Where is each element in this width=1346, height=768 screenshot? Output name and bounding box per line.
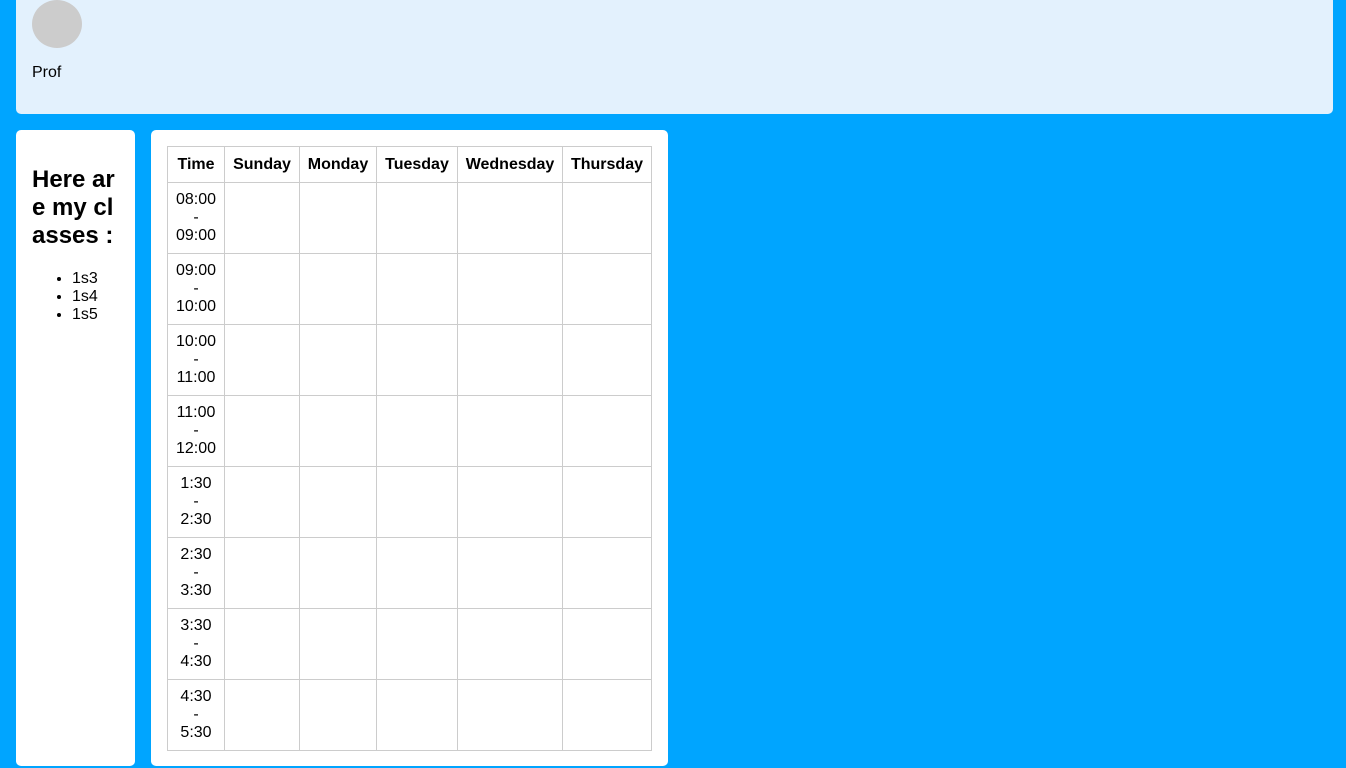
time-slot-start: 08:00 [175,191,217,208]
time-slot-start: 4:30 [180,688,212,705]
time-slot-sep: - [193,280,199,297]
schedule-cell-thursday[interactable] [562,324,652,396]
header-bar: Prof [16,0,1333,114]
schedule-cell-tuesday[interactable] [376,253,458,325]
column-header-monday: Monday [299,146,377,183]
timetable: Time Sunday Monday Tuesday Wednesday Thu… [167,146,652,751]
schedule-cell-sunday[interactable] [224,395,300,467]
schedule-cell-sunday[interactable] [224,182,300,254]
time-slot-cell: 3:30-4:30 [167,608,225,680]
class-item-1s3[interactable]: 1s3 [72,270,119,288]
time-slot-sep: - [193,351,199,368]
schedule-cell-thursday[interactable] [562,182,652,254]
column-header-wednesday: Wednesday [457,146,563,183]
table-row: 10:00-11:00 [167,324,652,396]
time-slot-cell: 4:30-5:30 [167,679,225,751]
schedule-cell-tuesday[interactable] [376,537,458,609]
schedule-cell-wednesday[interactable] [457,253,563,325]
table-row: 3:30-4:30 [167,608,652,680]
schedule-cell-monday[interactable] [299,608,377,680]
time-slot-end: 12:00 [175,440,217,457]
schedule-cell-wednesday[interactable] [457,608,563,680]
time-slot-start: 2:30 [180,546,212,563]
schedule-cell-tuesday[interactable] [376,182,458,254]
schedule-cell-tuesday[interactable] [376,679,458,751]
time-slot-sep: - [193,564,199,581]
table-row: 4:30-5:30 [167,679,652,751]
table-row: 2:30-3:30 [167,537,652,609]
class-item-1s5[interactable]: 1s5 [72,306,119,324]
schedule-cell-monday[interactable] [299,253,377,325]
schedule-cell-thursday[interactable] [562,466,652,538]
time-slot-end: 10:00 [175,298,217,315]
table-row: 11:00-12:00 [167,395,652,467]
schedule-cell-thursday[interactable] [562,395,652,467]
time-slot-cell: 10:00-11:00 [167,324,225,396]
time-slot-cell: 08:00-09:00 [167,182,225,254]
schedule-cell-thursday[interactable] [562,253,652,325]
class-list: 1s3 1s4 1s5 [32,270,119,324]
schedule-cell-monday[interactable] [299,466,377,538]
schedule-cell-monday[interactable] [299,679,377,751]
sidebar: Here are my classes : 1s3 1s4 1s5 [16,130,135,766]
time-slot-cell: 2:30-3:30 [167,537,225,609]
timetable-panel: Time Sunday Monday Tuesday Wednesday Thu… [151,130,668,766]
schedule-cell-monday[interactable] [299,182,377,254]
column-header-sunday: Sunday [224,146,300,183]
avatar[interactable] [32,0,82,48]
table-row: 08:00-09:00 [167,182,652,254]
schedule-cell-sunday[interactable] [224,537,300,609]
time-slot-cell: 09:00-10:00 [167,253,225,325]
time-slot-cell: 11:00-12:00 [167,395,225,467]
schedule-cell-sunday[interactable] [224,608,300,680]
time-slot-start: 11:00 [176,404,216,421]
time-slot-start: 3:30 [180,617,212,634]
schedule-cell-sunday[interactable] [224,324,300,396]
time-slot-sep: - [193,493,199,510]
schedule-cell-sunday[interactable] [224,679,300,751]
time-slot-cell: 1:30-2:30 [167,466,225,538]
time-slot-sep: - [193,635,199,652]
schedule-cell-tuesday[interactable] [376,466,458,538]
time-slot-start: 10:00 [175,333,217,350]
schedule-cell-wednesday[interactable] [457,537,563,609]
time-slot-start: 09:00 [175,262,217,279]
profile-name: Prof [32,64,62,81]
schedule-cell-thursday[interactable] [562,679,652,751]
time-slot-end: 3:30 [180,582,212,599]
column-header-thursday: Thursday [562,146,652,183]
time-slot-sep: - [193,706,199,723]
schedule-cell-thursday[interactable] [562,537,652,609]
schedule-cell-tuesday[interactable] [376,608,458,680]
time-slot-sep: - [193,209,199,226]
column-header-time: Time [167,146,225,183]
schedule-cell-tuesday[interactable] [376,395,458,467]
schedule-cell-wednesday[interactable] [457,466,563,538]
table-row: 09:00-10:00 [167,253,652,325]
time-slot-start: 1:30 [180,475,212,492]
class-item-1s4[interactable]: 1s4 [72,288,119,306]
schedule-cell-sunday[interactable] [224,253,300,325]
time-slot-end: 5:30 [180,724,212,741]
timetable-header-row: Time Sunday Monday Tuesday Wednesday Thu… [167,146,652,183]
time-slot-end: 2:30 [180,511,212,528]
schedule-cell-wednesday[interactable] [457,679,563,751]
schedule-cell-thursday[interactable] [562,608,652,680]
table-row: 1:30-2:30 [167,466,652,538]
schedule-cell-wednesday[interactable] [457,182,563,254]
time-slot-end: 09:00 [175,227,217,244]
time-slot-end: 4:30 [180,653,212,670]
schedule-cell-sunday[interactable] [224,466,300,538]
schedule-cell-tuesday[interactable] [376,324,458,396]
schedule-cell-wednesday[interactable] [457,324,563,396]
schedule-cell-wednesday[interactable] [457,395,563,467]
schedule-cell-monday[interactable] [299,324,377,396]
column-header-tuesday: Tuesday [376,146,458,183]
time-slot-sep: - [193,422,199,439]
time-slot-end: 11:00 [176,369,216,386]
classes-heading: Here are my classes : [32,166,115,249]
schedule-cell-monday[interactable] [299,395,377,467]
schedule-cell-monday[interactable] [299,537,377,609]
